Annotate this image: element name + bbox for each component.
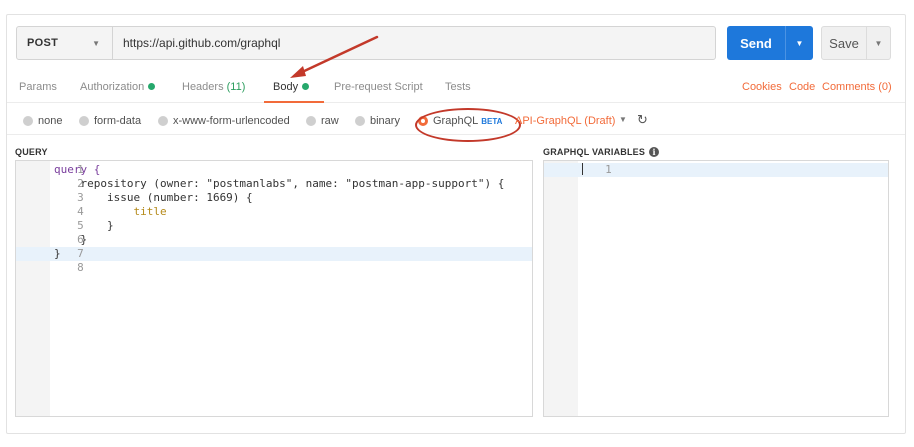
graphql-variables-label: GRAPHQL VARIABLES i [543, 147, 660, 157]
code-link[interactable]: Code [789, 81, 815, 93]
chevron-down-icon[interactable]: ▼ [619, 115, 627, 124]
comments-link[interactable]: Comments (0) [822, 81, 892, 93]
headers-count: (11) [226, 81, 246, 93]
code-line: 5 } [54, 219, 114, 232]
code-line: 1 query { [54, 163, 101, 176]
chevron-down-icon: ▼ [92, 38, 100, 48]
body-type-form-data[interactable]: form-data [79, 115, 141, 127]
request-builder: POST ▼ Send ▼ Save ▼ Params Authorizatio… [6, 14, 906, 434]
body-type-none[interactable]: none [23, 115, 62, 127]
status-dot-icon [148, 83, 156, 90]
save-dropdown-chevron-down-icon[interactable]: ▼ [866, 27, 890, 59]
code-line: 3 issue (number: 1669) { [54, 191, 253, 204]
variables-editor[interactable]: 1 [543, 160, 889, 417]
code-line: 2 repository (owner: "postmanlabs", name… [54, 177, 505, 190]
tab-authorization[interactable]: Authorization [80, 81, 156, 93]
tab-body[interactable]: Body [273, 81, 310, 93]
save-button[interactable]: Save ▼ [821, 26, 891, 60]
url-bar: POST ▼ [16, 26, 716, 60]
tab-headers[interactable]: Headers (11) [182, 81, 245, 93]
radio-icon [306, 116, 316, 126]
tab-params[interactable]: Params [19, 81, 57, 93]
code-line: 8 [77, 261, 84, 274]
cookies-link[interactable]: Cookies [742, 81, 782, 93]
code-line-current: 7 } [16, 247, 532, 261]
method-label: POST [27, 37, 59, 49]
refresh-icon[interactable]: ↻ [637, 112, 648, 128]
method-select[interactable]: POST ▼ [17, 27, 113, 59]
schema-select[interactable]: API-GraphQL (Draft) [515, 115, 615, 127]
code-line: 4 title [54, 205, 167, 218]
body-type-selector: none form-data x-www-form-urlencoded raw… [7, 107, 905, 142]
query-label: QUERY [15, 147, 48, 157]
body-type-raw[interactable]: raw [306, 115, 339, 127]
tab-tests[interactable]: Tests [445, 81, 471, 93]
radio-icon [23, 116, 33, 126]
status-dot-icon [302, 83, 310, 90]
save-button-label: Save [829, 35, 859, 51]
send-dropdown-chevron-down-icon[interactable]: ▼ [785, 26, 813, 60]
tab-pre-request-script[interactable]: Pre-request Script [334, 81, 423, 93]
active-tab-indicator [264, 101, 324, 103]
text-cursor [582, 163, 583, 175]
radio-icon [79, 116, 89, 126]
code-line-current: 1 [544, 163, 888, 177]
query-editor[interactable]: 1 query { 2 repository (owner: "postmanl… [15, 160, 533, 417]
radio-icon [158, 116, 168, 126]
send-button[interactable]: Send ▼ [727, 26, 813, 60]
code-line: 6 } [54, 233, 88, 246]
body-type-binary[interactable]: binary [355, 115, 400, 127]
send-button-label: Send [740, 35, 772, 51]
annotation-ellipse [415, 108, 521, 142]
url-input[interactable] [113, 27, 715, 59]
radio-icon [355, 116, 365, 126]
request-tabs: Params Authorization Headers (11) Body P… [7, 75, 905, 103]
info-icon[interactable]: i [649, 147, 660, 157]
body-type-urlencoded[interactable]: x-www-form-urlencoded [158, 115, 290, 127]
